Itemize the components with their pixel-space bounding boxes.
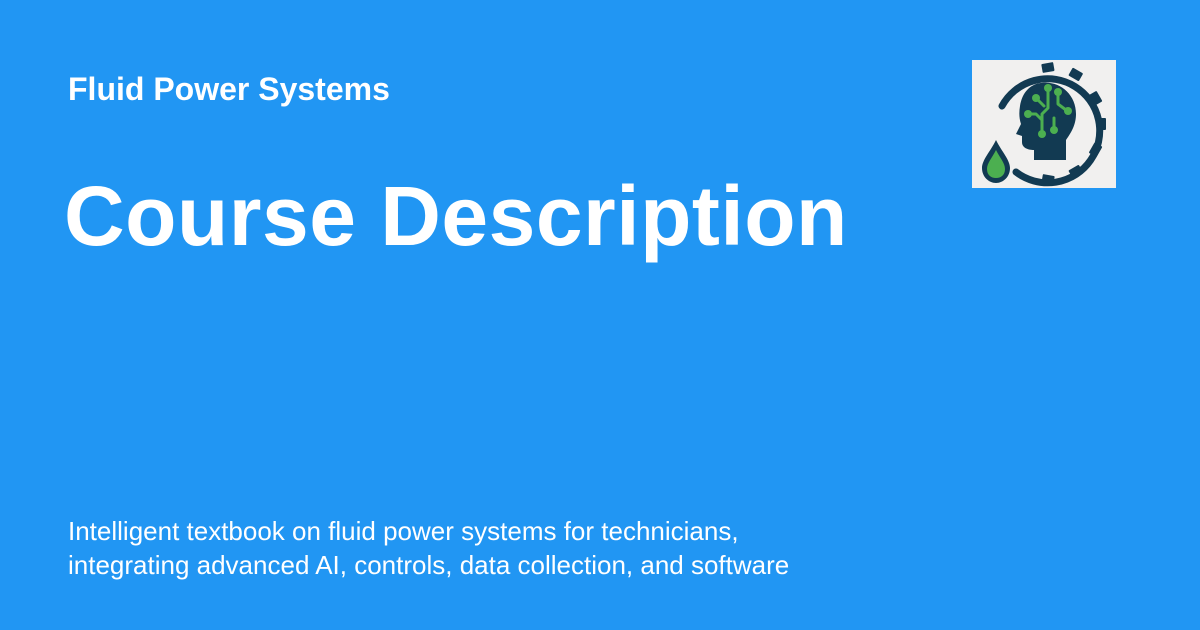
logo-icon [972,60,1116,188]
social-card: Fluid Power Systems Course Description I… [0,0,1200,630]
description-line: Intelligent textbook on fluid power syst… [68,516,739,546]
gear-head-circuit-icon [972,60,1116,188]
site-name: Fluid Power Systems [68,71,390,107]
page-description: Intelligent textbook on fluid power syst… [68,514,928,582]
description-line: integrating advanced AI, controls, data … [68,550,790,580]
page-title: Course Description [64,169,848,263]
